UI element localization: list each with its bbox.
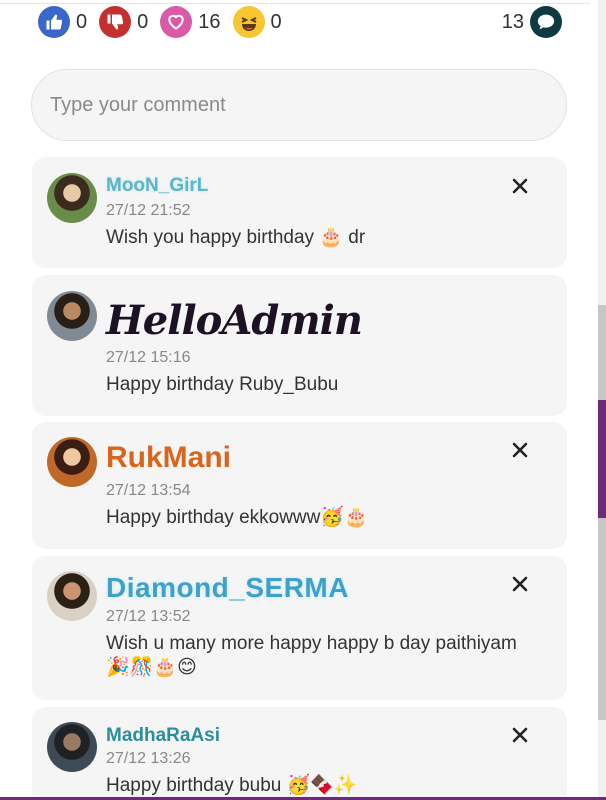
comment-time: 27/12 13:52 [106,608,191,625]
comment-text: Wish you happy birthday 🎂 dr [106,227,366,248]
thumbs-up-icon[interactable] [38,6,70,38]
comment-username[interactable]: MadhaRaAsi [106,725,220,747]
close-icon[interactable] [511,441,529,459]
comment-text: Happy birthday bubu 🥳🍫✨ [106,775,358,796]
scrollbar-accent [598,400,606,518]
haha-count: 0 [270,10,282,33]
thumbs-down-icon[interactable] [99,6,132,38]
dislike-reaction[interactable]: 0 [99,6,148,38]
like-reaction[interactable]: 0 [38,6,87,38]
love-reaction[interactable]: 16 [160,6,221,38]
close-icon[interactable] [511,575,529,593]
comment-text: Happy birthday ekkowww🥳🎂 [106,507,368,528]
avatar[interactable] [47,291,97,341]
close-icon[interactable] [511,726,529,744]
comment-card: MooN_GirL 27/12 21:52 Wish you happy bir… [32,157,567,268]
comment-card: HelloAdmin 27/12 15:16 Happy birthday Ru… [32,275,567,416]
love-count: 16 [198,10,221,33]
like-count: 0 [76,10,88,33]
comment-text: Happy birthday Ruby_Bubu [106,374,339,395]
comment-username[interactable]: RukMani [106,441,231,475]
speech-bubble-icon[interactable] [530,6,562,38]
comment-username[interactable]: HelloAdmin [106,297,363,344]
comment-username[interactable]: Diamond_SERMA [106,572,349,604]
comment-text: Wish u many more happy happy b day paith… [106,633,517,678]
comment-time: 27/12 15:16 [106,349,191,366]
comment-time: 27/12 13:54 [106,482,191,499]
dislike-count: 0 [137,10,149,33]
comment-time: 27/12 13:26 [106,750,191,767]
avatar[interactable] [47,173,97,223]
comments-count: 13 [501,10,524,33]
comment-card: Diamond_SERMA 27/12 13:52 Wish u many mo… [32,556,567,700]
close-icon[interactable] [511,177,529,195]
comment-input[interactable] [31,69,567,141]
comment-username[interactable]: MooN_GirL [106,175,208,197]
comment-card: RukMani 27/12 13:54 Happy birthday ekkow… [32,422,567,549]
haha-reaction[interactable]: 0 [232,6,282,38]
heart-icon[interactable] [160,6,193,38]
avatar[interactable] [47,722,97,772]
reactions-bar: 0 0 16 0 13 [38,5,568,39]
comment-card: MadhaRaAsi 27/12 13:26 Happy birthday bu… [32,707,567,800]
top-divider [0,0,590,4]
comments-counter[interactable]: 13 [502,6,568,38]
laughing-face-icon[interactable] [232,6,265,38]
avatar[interactable] [47,437,97,487]
avatar[interactable] [47,571,97,621]
comment-time: 27/12 21:52 [106,202,191,219]
